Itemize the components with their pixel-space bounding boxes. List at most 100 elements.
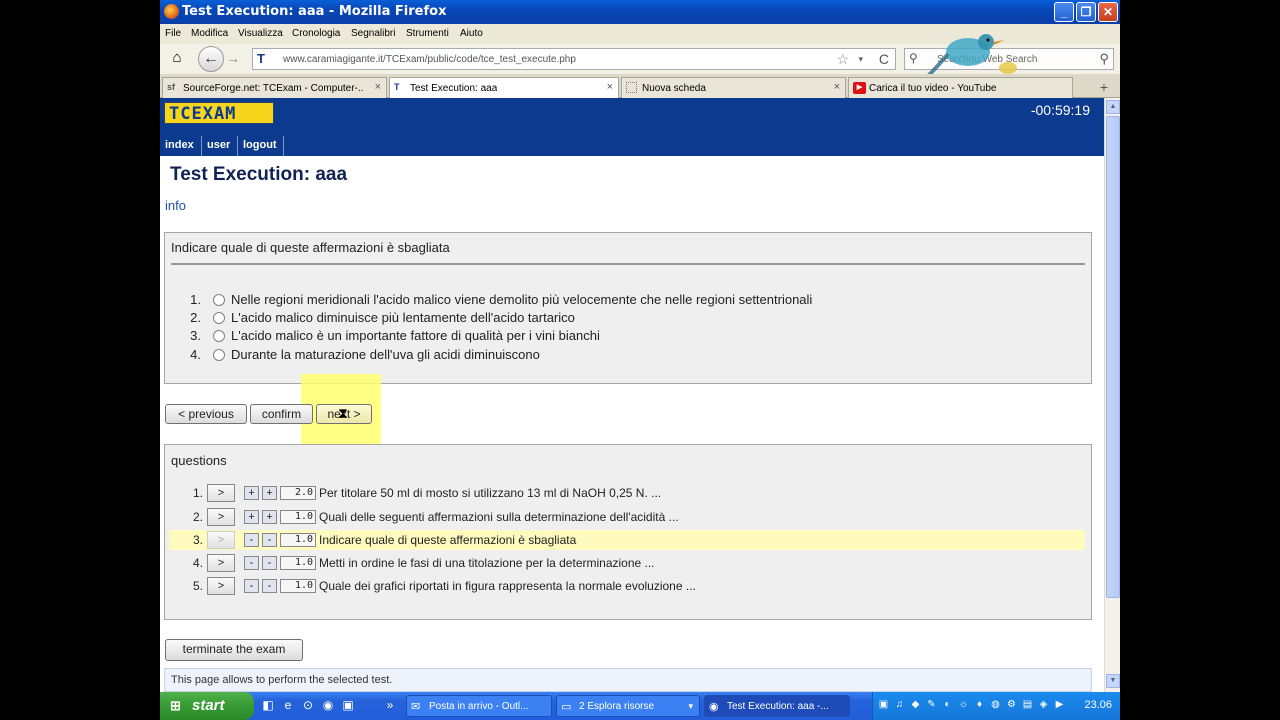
window-title: Test Execution: aaa - Mozilla Firefox bbox=[182, 4, 447, 19]
menu-strumenti[interactable]: Strumenti bbox=[406, 28, 449, 39]
nav-user-link[interactable]: user bbox=[202, 136, 238, 156]
bookmark-star-icon[interactable]: ☆ bbox=[836, 51, 849, 68]
tray-icon[interactable]: ◐ bbox=[941, 699, 954, 712]
questions-panel: questions 1. > + + 2.0 Per titolare 50 m… bbox=[164, 444, 1092, 620]
tray-icon[interactable]: ◍ bbox=[989, 699, 1002, 712]
tab-sourceforge[interactable]: sf SourceForge.net: TCExam - Computer-..… bbox=[162, 77, 387, 98]
tray-icon[interactable]: ♫ bbox=[893, 699, 906, 712]
home-icon[interactable]: ⌂ bbox=[166, 49, 188, 69]
answer-text[interactable]: L'acido malico diminuisce più lentamente… bbox=[231, 310, 575, 325]
tray-icon[interactable]: ✎ bbox=[925, 699, 938, 712]
question-number: 2. bbox=[192, 510, 203, 524]
start-button[interactable]: ⊞ start bbox=[160, 692, 254, 720]
reload-icon[interactable]: C bbox=[879, 51, 889, 67]
group-dropdown-icon[interactable]: ▾ bbox=[688, 701, 693, 712]
scroll-thumb[interactable] bbox=[1106, 116, 1120, 598]
goto-question-button[interactable]: > bbox=[207, 484, 235, 502]
network-icon[interactable]: ⊙ bbox=[300, 698, 316, 714]
taskbar-item-outlook[interactable]: ✉ Posta in arrivo - Outl... bbox=[406, 695, 552, 717]
scroll-up-icon[interactable]: ▲ bbox=[1106, 100, 1120, 114]
confirm-button[interactable]: confirm bbox=[250, 404, 313, 424]
vertical-scrollbar[interactable]: ▲ ▼ bbox=[1104, 98, 1120, 692]
answer-number: 1. bbox=[190, 292, 201, 307]
menu-cronologia[interactable]: Cronologia bbox=[292, 28, 340, 39]
footer-text: This page allows to perform the selected… bbox=[171, 674, 393, 686]
hourglass-cursor-icon: ⧗ bbox=[338, 405, 348, 421]
exam-timer: -00:59:19 bbox=[1030, 102, 1090, 118]
firefox-quicklaunch-icon[interactable]: ◉ bbox=[320, 698, 336, 714]
tcexam-logo: TCEXAM bbox=[164, 102, 274, 124]
minimize-button[interactable]: _ bbox=[1054, 2, 1074, 22]
answer-radio[interactable] bbox=[213, 349, 225, 361]
question-score: 1.0 bbox=[280, 510, 316, 524]
displayed-indicator: - bbox=[244, 579, 259, 593]
url-dropdown-icon[interactable]: ▾ bbox=[858, 54, 863, 65]
goto-question-button[interactable]: > bbox=[207, 508, 235, 526]
url-text[interactable]: www.caramiagigante.it/TCExam/public/code… bbox=[283, 54, 576, 65]
tab-label: Carica il tuo video - YouTube bbox=[869, 83, 997, 94]
goto-question-button[interactable]: > bbox=[207, 554, 235, 572]
tray-icon[interactable]: ◈ bbox=[1037, 699, 1050, 712]
tab-close-icon[interactable]: × bbox=[375, 81, 381, 93]
tab-close-icon[interactable]: × bbox=[607, 81, 613, 93]
answer-text[interactable]: Nelle regioni meridionali l'acido malico… bbox=[231, 292, 812, 307]
info-link[interactable]: info bbox=[165, 198, 186, 213]
question-divider bbox=[171, 263, 1085, 265]
answer-text[interactable]: Durante la maturazione dell'uva gli acid… bbox=[231, 347, 540, 362]
tab-label: Nuova scheda bbox=[642, 83, 706, 94]
terminate-exam-button[interactable]: terminate the exam bbox=[165, 639, 303, 661]
nav-index-link[interactable]: index bbox=[160, 136, 202, 156]
goto-question-button[interactable]: > bbox=[207, 577, 235, 595]
tab-label: Test Execution: aaa bbox=[410, 83, 498, 94]
internet-explorer-icon[interactable]: e bbox=[280, 698, 296, 714]
scroll-down-icon[interactable]: ▼ bbox=[1106, 674, 1120, 688]
new-tab-button[interactable]: + bbox=[1100, 79, 1108, 95]
tray-icon[interactable]: ▶ bbox=[1053, 699, 1066, 712]
forward-button[interactable]: → bbox=[226, 50, 240, 66]
taskbar-item-firefox[interactable]: ◉ Test Execution: aaa -... bbox=[704, 695, 850, 717]
app-quicklaunch-icon[interactable]: ▣ bbox=[340, 698, 356, 714]
tray-icon[interactable]: ☼ bbox=[957, 699, 970, 712]
close-button[interactable]: ✕ bbox=[1098, 2, 1118, 22]
menu-file[interactable]: File bbox=[165, 28, 181, 39]
tab-new-tab[interactable]: Nuova scheda × bbox=[621, 77, 846, 98]
show-desktop-icon[interactable]: ◧ bbox=[260, 698, 276, 714]
answered-indicator: + bbox=[262, 486, 277, 500]
taskbar-item-label: 2 Esplora risorse bbox=[579, 701, 655, 712]
url-bar[interactable]: T www.caramiagigante.it/TCExam/public/co… bbox=[252, 48, 896, 70]
question-number: 1. bbox=[192, 486, 203, 500]
question-number: 5. bbox=[192, 579, 203, 593]
taskbar-item-explorer[interactable]: ▭ 2 Esplora risorse ▾ bbox=[556, 695, 700, 717]
question-summary: Quali delle seguenti affermazioni sulla … bbox=[319, 510, 679, 524]
tab-test-execution[interactable]: T Test Execution: aaa × bbox=[389, 77, 619, 99]
question-score: 2.0 bbox=[280, 486, 316, 500]
tray-icon[interactable]: ⚙ bbox=[1005, 699, 1018, 712]
answer-radio[interactable] bbox=[213, 330, 225, 342]
previous-button[interactable]: < previous bbox=[165, 404, 247, 424]
maximize-button[interactable]: ❐ bbox=[1076, 2, 1096, 22]
firefox-icon bbox=[164, 4, 179, 19]
tray-icon[interactable]: ▣ bbox=[877, 699, 890, 712]
mail-icon: ✉ bbox=[411, 701, 421, 713]
tab-close-icon[interactable]: × bbox=[834, 81, 840, 93]
answer-radio[interactable] bbox=[213, 312, 225, 324]
search-icon[interactable]: ⚲ bbox=[1099, 51, 1109, 67]
menu-visualizza[interactable]: Visualizza bbox=[238, 28, 283, 39]
tray-icon[interactable]: ▤ bbox=[1021, 699, 1034, 712]
windows-flag-icon: ⊞ bbox=[170, 698, 181, 713]
tray-icon[interactable]: ◆ bbox=[909, 699, 922, 712]
answer-text[interactable]: L'acido malico è un importante fattore d… bbox=[231, 328, 600, 343]
menu-modifica[interactable]: Modifica bbox=[191, 28, 228, 39]
menu-segnalibri[interactable]: Segnalibri bbox=[351, 28, 395, 39]
quicklaunch-expand-icon[interactable]: » bbox=[382, 698, 398, 714]
tab-youtube[interactable]: ▶ Carica il tuo video - YouTube bbox=[848, 77, 1073, 98]
question-row: 5. > - - 1.0 Quale dei grafici riportati… bbox=[169, 576, 1085, 596]
tray-icon[interactable]: ♦ bbox=[973, 699, 986, 712]
title-bar: Test Execution: aaa - Mozilla Firefox _ … bbox=[160, 0, 1120, 24]
folder-icon: ▭ bbox=[561, 701, 572, 713]
answer-radio[interactable] bbox=[213, 294, 225, 306]
nav-logout-link[interactable]: logout bbox=[238, 136, 284, 156]
menu-aiuto[interactable]: Aiuto bbox=[460, 28, 483, 39]
sourceforge-icon: sf bbox=[167, 82, 176, 92]
back-button[interactable]: ← bbox=[198, 46, 224, 72]
